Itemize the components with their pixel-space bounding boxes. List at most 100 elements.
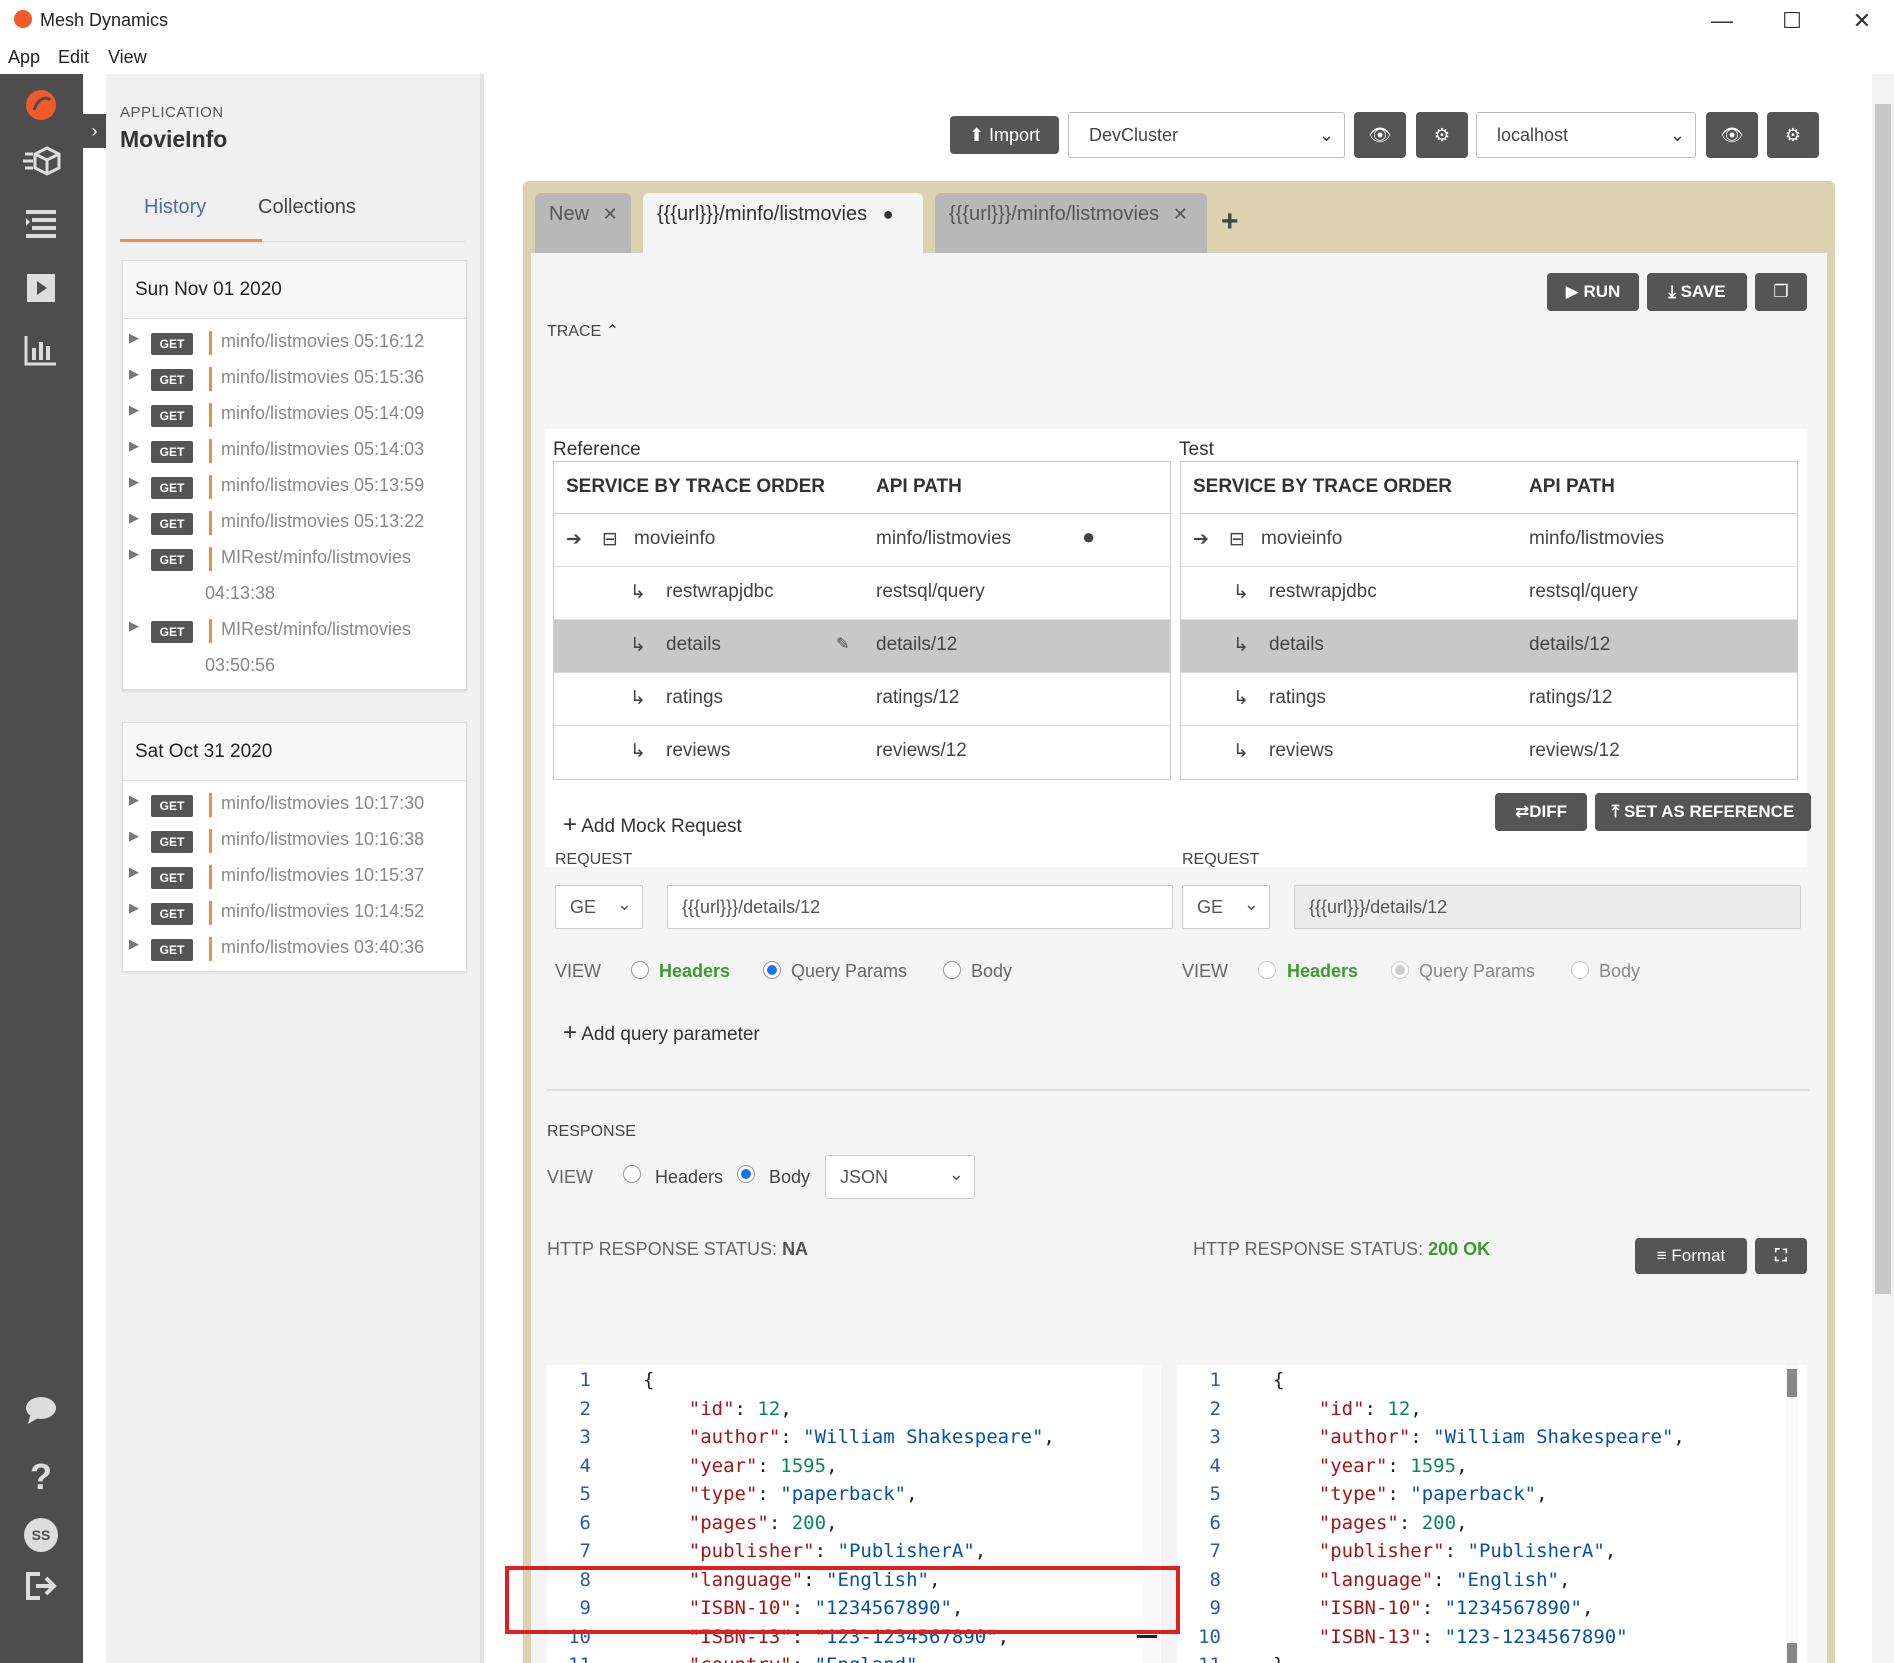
- scrollbar-thumb[interactable]: [1875, 104, 1891, 1294]
- cluster-settings-button[interactable]: ⚙: [1416, 112, 1468, 158]
- table-row[interactable]: ↳ restwrapjdbc restsql/query: [554, 567, 1170, 620]
- table-row-selected[interactable]: ↳ details ✎ details/12: [554, 620, 1170, 673]
- menu-edit[interactable]: Edit: [58, 47, 89, 68]
- expand-triangle-icon[interactable]: ▶: [129, 936, 139, 952]
- table-row[interactable]: ➔ ⊟ movieinfo minfo/listmovies ●: [554, 514, 1170, 567]
- help-icon[interactable]: ?: [20, 1456, 62, 1498]
- save-button[interactable]: ⤓ SAVE: [1647, 273, 1747, 311]
- response-format-select[interactable]: JSON ⌄: [825, 1155, 975, 1199]
- table-row-selected[interactable]: ↳ details details/12: [1181, 620, 1797, 673]
- scrollbar-thumb[interactable]: [1787, 1643, 1797, 1663]
- list-item[interactable]: ▶ GET minfo/listmovies 05:14:03: [123, 427, 466, 463]
- list-item[interactable]: ▶ GET minfo/listmovies 05:15:36: [123, 355, 466, 391]
- expand-triangle-icon[interactable]: ▶: [129, 330, 139, 346]
- avatar[interactable]: SS: [20, 1514, 62, 1556]
- list-item[interactable]: ▶ GET minfo/listmovies 10:17:30: [123, 781, 466, 817]
- scrollbar-thumb[interactable]: [1787, 1369, 1797, 1397]
- expand-triangle-icon[interactable]: ▶: [129, 618, 139, 634]
- expand-triangle-icon[interactable]: ▶: [129, 828, 139, 844]
- list-item[interactable]: ▶ GET MIRest/minfo/listmovies 03:50:56: [123, 607, 466, 679]
- menu-view[interactable]: View: [108, 47, 147, 68]
- window-scrollbar[interactable]: [1872, 74, 1894, 1663]
- expand-triangle-icon[interactable]: ▶: [129, 510, 139, 526]
- query-params-option[interactable]: Query Params: [791, 961, 907, 982]
- table-row[interactable]: ➔ ⊟ movieinfo minfo/listmovies: [1181, 514, 1797, 567]
- diff-button[interactable]: ⇄DIFF: [1495, 793, 1587, 831]
- close-icon[interactable]: ✕: [1173, 204, 1188, 224]
- expand-triangle-icon[interactable]: ▶: [129, 792, 139, 808]
- tab-active-request[interactable]: {{{url}}}/minfo/listmovies ●: [643, 193, 923, 255]
- table-row[interactable]: ↳ ratings ratings/12: [554, 673, 1170, 726]
- query-params-radio[interactable]: [763, 961, 781, 979]
- collapse-icon[interactable]: ⊟: [1229, 528, 1245, 551]
- expand-triangle-icon[interactable]: ▶: [129, 402, 139, 418]
- host-view-button[interactable]: 👁: [1706, 112, 1758, 158]
- tab-collections[interactable]: Collections: [258, 196, 356, 219]
- services-cube-icon[interactable]: [20, 144, 62, 186]
- method-select-test[interactable]: GE ⌄: [1182, 885, 1270, 929]
- expand-triangle-icon[interactable]: ▶: [129, 546, 139, 562]
- tab-history[interactable]: History: [144, 196, 206, 219]
- table-row[interactable]: ↳ reviews reviews/12: [554, 726, 1170, 779]
- list-icon[interactable]: [20, 208, 62, 250]
- expand-triangle-icon[interactable]: ▶: [129, 474, 139, 490]
- response-headers-radio[interactable]: [623, 1165, 641, 1183]
- list-item[interactable]: ▶ GET minfo/listmovies 10:15:37: [123, 853, 466, 889]
- trace-toggle[interactable]: TRACE ⌃: [547, 321, 619, 341]
- host-settings-button[interactable]: ⚙: [1767, 112, 1819, 158]
- tab-request-2[interactable]: {{{url}}}/minfo/listmovies ✕: [935, 193, 1207, 255]
- add-tab-plus-icon[interactable]: +: [1221, 205, 1239, 239]
- method-select[interactable]: GE ⌄: [555, 885, 643, 929]
- run-button[interactable]: ▶ RUN: [1547, 273, 1639, 311]
- expand-triangle-icon[interactable]: ▶: [129, 366, 139, 382]
- table-row[interactable]: ↳ restwrapjdbc restsql/query: [1181, 567, 1797, 620]
- expand-triangle-icon[interactable]: ▶: [129, 438, 139, 454]
- play-icon[interactable]: [20, 272, 62, 314]
- menu-app[interactable]: App: [8, 47, 40, 68]
- add-mock-request-button[interactable]: + Add Mock Request: [563, 811, 742, 839]
- import-button[interactable]: ⬆ Import: [950, 116, 1059, 154]
- list-item[interactable]: ▶ GET minfo/listmovies 10:14:52: [123, 889, 466, 925]
- minimize-button[interactable]: —: [1692, 4, 1752, 38]
- headers-option[interactable]: Headers: [659, 961, 730, 982]
- duplicate-button[interactable]: ❐: [1755, 273, 1807, 311]
- sidebar-toggle-chevron-icon[interactable]: ›: [83, 114, 106, 148]
- response-body-radio[interactable]: [737, 1165, 755, 1183]
- host-select[interactable]: localhost ⌄: [1476, 112, 1696, 158]
- right-response-editor[interactable]: 1 {2 "id": 12, 3 "author": "William Shakes…: [1177, 1365, 1807, 1663]
- logout-icon[interactable]: [20, 1570, 62, 1612]
- reports-chart-icon[interactable]: [20, 334, 62, 376]
- body-radio[interactable]: [943, 961, 961, 979]
- chat-icon[interactable]: [20, 1394, 62, 1436]
- set-as-reference-button[interactable]: ⤒ SET AS REFERENCE: [1595, 793, 1811, 831]
- list-item[interactable]: ▶ GET minfo/listmovies 05:14:09: [123, 391, 466, 427]
- format-button[interactable]: ≡ Format: [1635, 1238, 1747, 1274]
- body-option[interactable]: Body: [971, 961, 1012, 982]
- maximize-button[interactable]: ☐: [1762, 4, 1822, 38]
- cluster-select[interactable]: DevCluster ⌄: [1068, 112, 1345, 158]
- editor-scrollbar[interactable]: [1785, 1365, 1799, 1663]
- list-item[interactable]: ▶ GET minfo/listmovies 03:40:36: [123, 925, 466, 961]
- list-item[interactable]: ▶ GET minfo/listmovies 05:13:59: [123, 463, 466, 499]
- expand-triangle-icon[interactable]: ▶: [129, 864, 139, 880]
- list-item[interactable]: ▶ GET minfo/listmovies 05:16:12: [123, 319, 466, 355]
- table-row[interactable]: ↳ reviews reviews/12: [1181, 726, 1797, 779]
- edit-icon[interactable]: ✎: [836, 634, 849, 654]
- list-item[interactable]: ▶ GET minfo/listmovies 10:16:38: [123, 817, 466, 853]
- mesh-logo-icon[interactable]: [20, 88, 62, 130]
- add-query-parameter-button[interactable]: + Add query parameter: [563, 1019, 760, 1047]
- cluster-view-button[interactable]: 👁: [1354, 112, 1406, 158]
- headers-radio[interactable]: [631, 961, 649, 979]
- close-button[interactable]: ✕: [1832, 4, 1892, 38]
- fullscreen-button[interactable]: ⛶: [1755, 1238, 1807, 1274]
- expand-triangle-icon[interactable]: ▶: [129, 900, 139, 916]
- response-body-option[interactable]: Body: [769, 1167, 810, 1188]
- list-item[interactable]: ▶ GET minfo/listmovies 05:13:22: [123, 499, 466, 535]
- collapse-icon[interactable]: ⊟: [602, 528, 618, 551]
- response-headers-option[interactable]: Headers: [655, 1167, 723, 1188]
- table-row[interactable]: ↳ ratings ratings/12: [1181, 673, 1797, 726]
- close-icon[interactable]: ✕: [603, 204, 618, 224]
- list-item[interactable]: ▶ GET MIRest/minfo/listmovies 04:13:38: [123, 535, 466, 607]
- tab-new[interactable]: New ✕: [535, 193, 631, 255]
- url-input[interactable]: {{{url}}}/details/12: [667, 885, 1173, 929]
